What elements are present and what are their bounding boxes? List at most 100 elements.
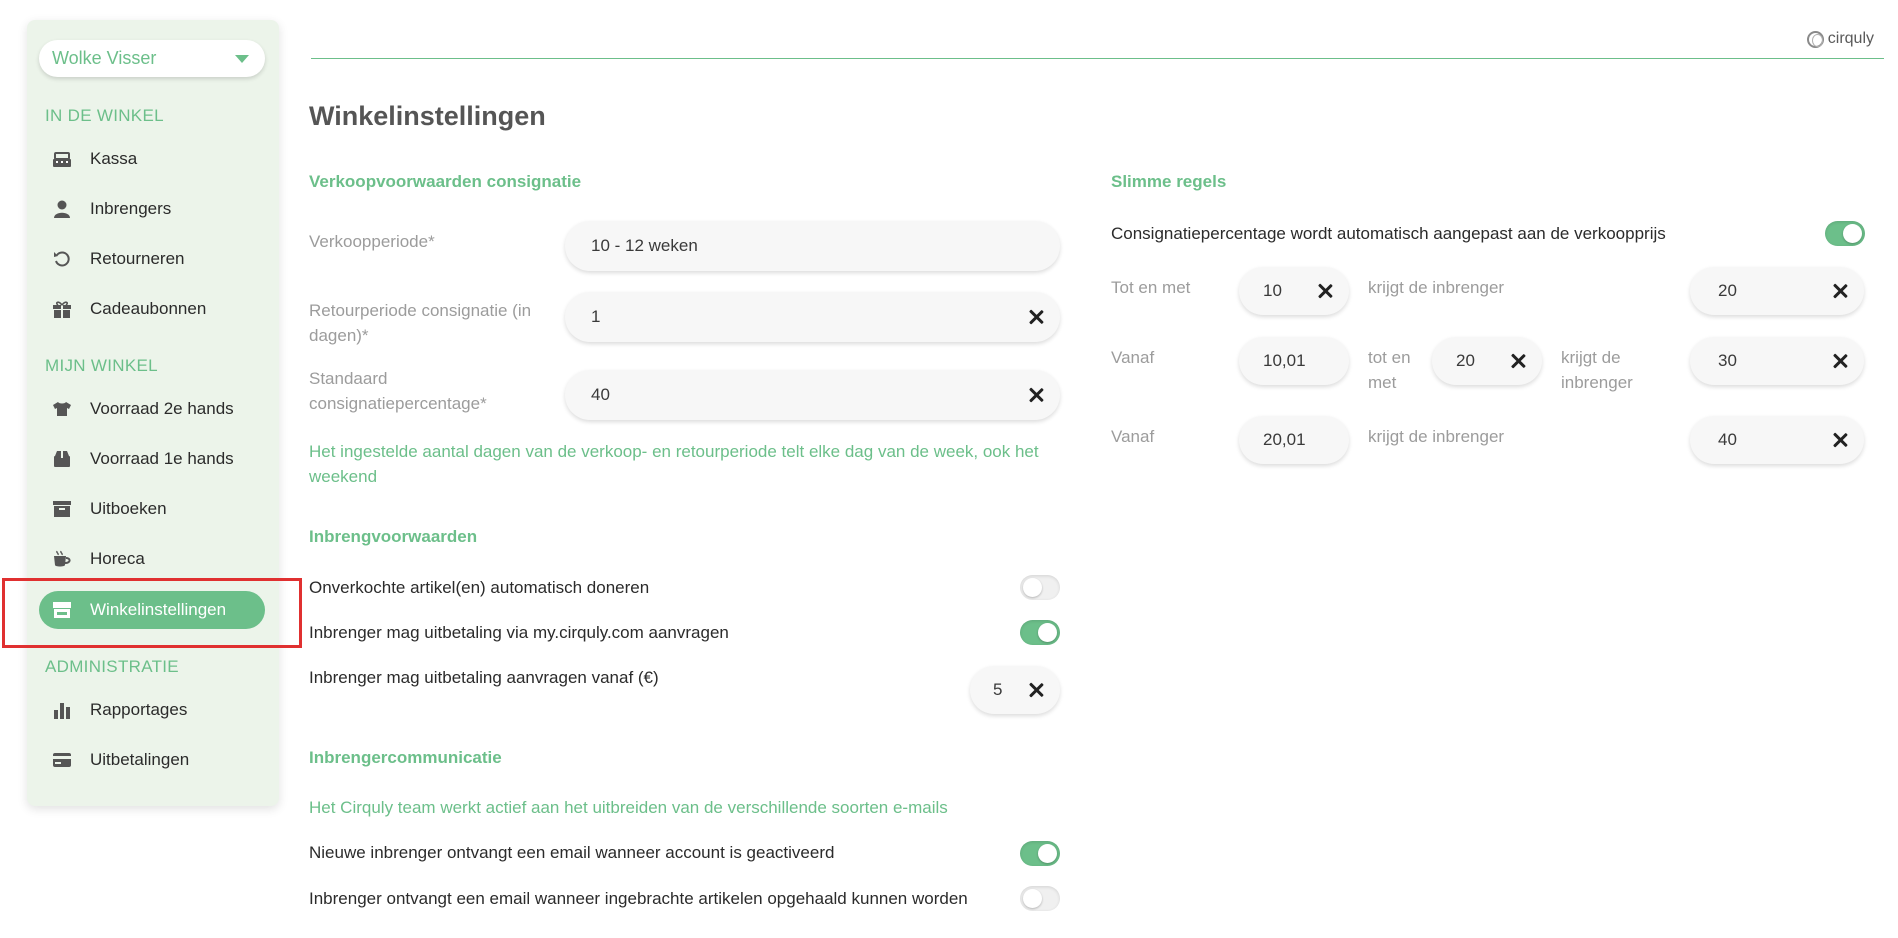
rule2-percent-input[interactable]: 30 [1690,337,1864,385]
consignatiepercentage-input[interactable]: 40 [565,370,1060,420]
rule1-threshold-value: 10 [1263,281,1282,300]
sidebar-item-uitbetalingen[interactable]: Uitbetalingen [39,741,265,779]
uitbetaling-vanaf-input[interactable]: 5 [970,666,1060,714]
sidebar-item-label: Voorraad 1e hands [90,449,234,468]
sidebar-item-label: Cadeaubonnen [90,299,207,318]
rule1-mid-label: krijgt de inbrenger [1368,278,1505,297]
sidebar-item-label: Uitbetalingen [90,750,190,769]
sidebar-item-label: Winkelinstellingen [90,600,227,619]
sidebar-item-label: Voorraad 2e hands [90,399,234,418]
rule1-label: Tot en met [1111,278,1191,297]
sidebar-item-label: Inbrengers [90,199,172,218]
close-icon[interactable] [1028,682,1044,698]
close-icon[interactable] [1317,283,1333,299]
auto-percentage-label: Consignatiepercentage wordt automatisch … [1111,224,1666,243]
close-icon[interactable] [1832,432,1848,448]
sidebar-item-horeca[interactable]: Horeca [39,540,265,578]
sidebar-item-kassa[interactable]: Kassa [39,140,265,178]
rule2-to-value: 20 [1456,351,1475,370]
rule1-percent-input[interactable]: 20 [1690,267,1864,315]
sidebar: Wolke Visser IN DE WINKEL Kassa Inbrenge… [27,20,279,806]
doneren-label: Onverkochte artikel(en) automatisch done… [309,578,650,597]
user-select[interactable]: Wolke Visser [39,40,265,77]
sidebar-item-label: Kassa [90,149,138,168]
section-title-slimme-regels: Slimme regels [1111,172,1227,191]
retourperiode-value: 1 [591,307,601,326]
verkoop-note-line2: weekend [309,467,378,486]
rule2-mid-label-line1: krijgt de [1561,348,1621,367]
toggle-knob [1023,578,1042,597]
nav-section-administratie: ADMINISTRATIE [45,657,179,676]
rule2-tot-label-line1: tot en [1368,348,1411,367]
rule2-percent-value: 30 [1718,351,1737,370]
sidebar-item-retourneren[interactable]: Retourneren [39,240,265,278]
sidebar-item-label: Uitboeken [90,499,167,518]
toggle-knob [1038,623,1057,642]
toggle-knob [1843,224,1862,243]
email-pickup-toggle[interactable] [1020,886,1060,911]
rule2-tot-label-line2: met [1368,373,1397,392]
retourperiode-label-line1: Retourperiode consignatie (in [309,301,532,320]
doneren-toggle[interactable] [1020,575,1060,600]
auto-percentage-toggle[interactable] [1825,221,1865,246]
rule2-from-value: 10,01 [1263,351,1306,370]
page-title: Winkelinstellingen [309,101,546,131]
brand-logo: cirquly [1806,30,1874,48]
gift-icon [52,300,72,318]
sidebar-item-rapportages[interactable]: Rapportages [39,691,265,729]
sidebar-item-voorraad-1e-hands[interactable]: Voorraad 1e hands [39,440,265,478]
verkoopperiode-value: 10 - 12 weken [591,236,698,255]
sidebar-item-cadeaubonnen[interactable]: Cadeaubonnen [39,290,265,328]
close-icon[interactable] [1028,387,1044,403]
uitbetaling-vanaf-label: Inbrenger mag uitbetaling aanvragen vana… [309,668,659,687]
retourperiode-input[interactable]: 1 [565,292,1060,342]
close-icon[interactable] [1028,309,1044,325]
communicatie-note: Het Cirquly team werkt actief aan het ui… [309,798,948,817]
rule2-mid-label-line2: inbrenger [1561,373,1633,392]
rule3-from-value: 20,01 [1263,430,1306,449]
rule3-percent-input[interactable]: 40 [1690,416,1864,464]
uitbetaling-toggle[interactable] [1020,620,1060,645]
user-name: Wolke Visser [52,48,157,68]
uitbetaling-vanaf-value: 5 [993,680,1003,699]
rule1-threshold-input[interactable]: 10 [1239,267,1349,315]
email-activated-label: Nieuwe inbrenger ontvangt een email wann… [309,843,835,862]
standaard-label-line1: Standaard [309,369,388,388]
rule2-to-input[interactable]: 20 [1432,337,1542,385]
rule3-mid-label: krijgt de inbrenger [1368,427,1505,446]
archive-icon [52,500,72,518]
verkoopperiode-label: Verkoopperiode* [309,232,435,251]
verkoop-note-line1: Het ingestelde aantal dagen van de verko… [309,442,1039,461]
email-activated-toggle[interactable] [1020,841,1060,866]
return-icon [52,250,72,268]
close-icon[interactable] [1510,353,1526,369]
rule3-percent-value: 40 [1718,430,1737,449]
retourperiode-label-line2: dagen)* [309,326,369,345]
sidebar-item-uitboeken[interactable]: Uitboeken [39,490,265,528]
rule2-label: Vanaf [1111,348,1155,367]
cirquly-logo-icon [1806,30,1824,48]
sidebar-item-winkelinstellingen[interactable]: Winkelinstellingen [39,591,265,629]
sidebar-item-inbrengers[interactable]: Inbrengers [39,190,265,228]
shirt-icon [52,400,72,418]
section-title-verkoop: Verkoopvoorwaarden consignatie [309,172,582,191]
header-divider [311,58,1884,59]
rule3-from-input[interactable]: 20,01 [1239,416,1349,464]
close-icon[interactable] [1832,283,1848,299]
close-icon[interactable] [1832,353,1848,369]
store-icon [52,601,72,619]
nav-section-in-de-winkel: IN DE WINKEL [45,106,164,125]
brand-name: cirquly [1827,30,1874,47]
rule2-from-input[interactable]: 10,01 [1239,337,1349,385]
uitbetaling-label: Inbrenger mag uitbetaling via my.cirquly… [309,623,729,642]
rule1-percent-value: 20 [1718,281,1737,300]
sidebar-item-label: Horeca [90,549,145,568]
sidebar-item-label: Retourneren [90,249,185,268]
cash-register-icon [52,150,72,168]
verkoopperiode-select[interactable]: 10 - 12 weken [565,221,1060,271]
rule3-label: Vanaf [1111,427,1155,446]
sidebar-item-voorraad-2e-hands[interactable]: Voorraad 2e hands [39,390,265,428]
person-icon [52,200,72,218]
credit-card-icon [52,751,72,769]
section-title-inbreng: Inbrengvoorwaarden [309,527,478,546]
